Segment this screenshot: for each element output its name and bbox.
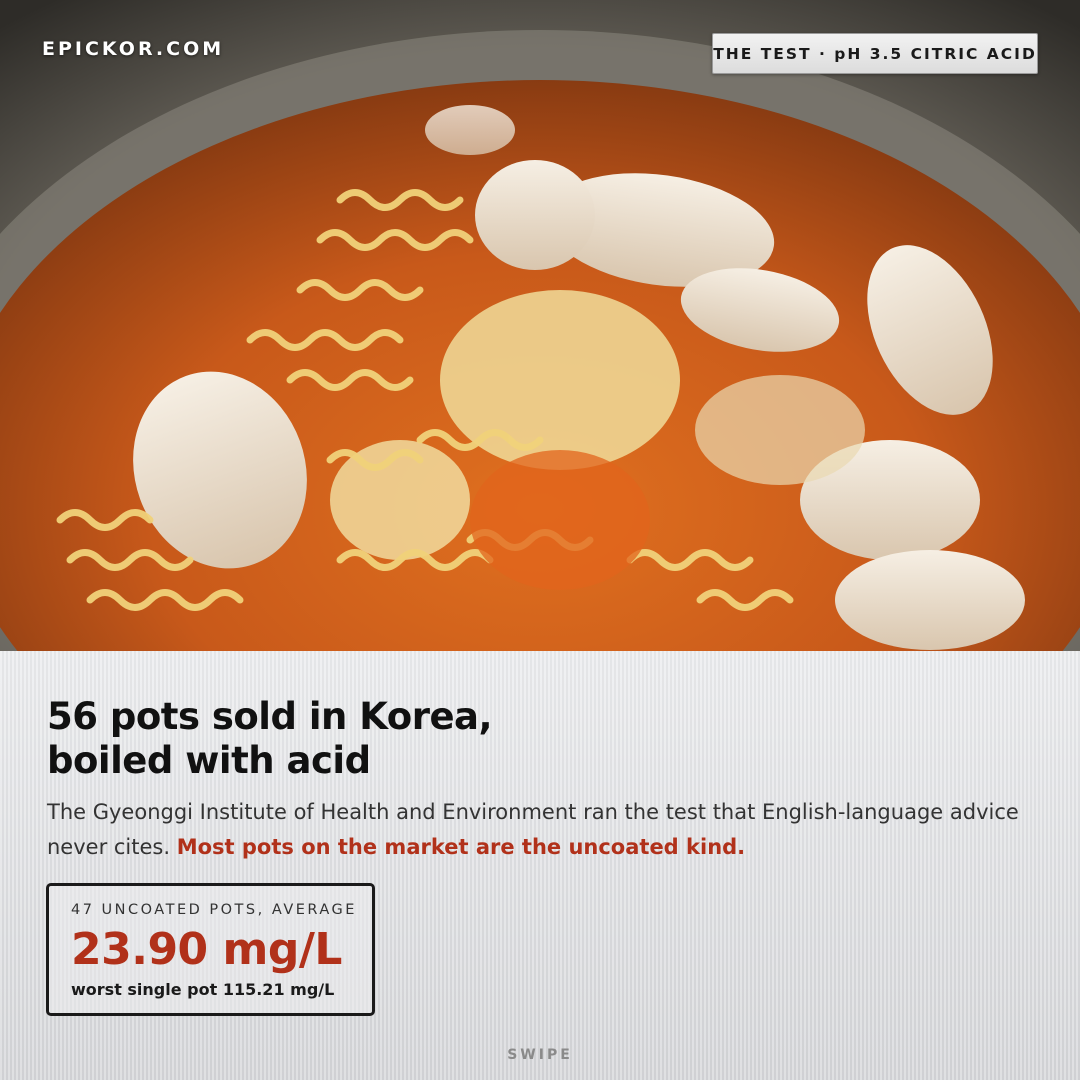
stat-note: worst single pot 115.21 mg/L [71,980,335,999]
headline-line-1: 56 pots sold in Korea, [47,695,493,738]
ramyeon-pot-photo: EPICKOR.COM THE TEST · pH 3.5 CITRIC ACI… [0,0,1080,651]
pot-illustration [0,0,1080,651]
stat-label: 47 UNCOATED POTS, AVERAGE [71,902,357,918]
text-panel: 56 pots sold in Korea, boiled with acid … [0,651,1080,1080]
stat-value: 23.90 mg/L [71,924,342,975]
headline: 56 pots sold in Korea, boiled with acid [47,695,747,783]
social-card: EPICKOR.COM THE TEST · pH 3.5 CITRIC ACI… [0,0,1080,1080]
test-badge: THE TEST · pH 3.5 CITRIC ACID [712,33,1038,74]
brand-logo: EPICKOR.COM [42,38,225,60]
headline-line-2: boiled with acid [47,739,371,782]
body-emphasis: Most pots on the market are the uncoated… [176,835,746,859]
swipe-hint[interactable]: SWIPE [0,1047,1080,1063]
body-paragraph: The Gyeonggi Institute of Health and Env… [47,795,1037,865]
stat-box: 47 UNCOATED POTS, AVERAGE 23.90 mg/L wor… [46,883,375,1016]
